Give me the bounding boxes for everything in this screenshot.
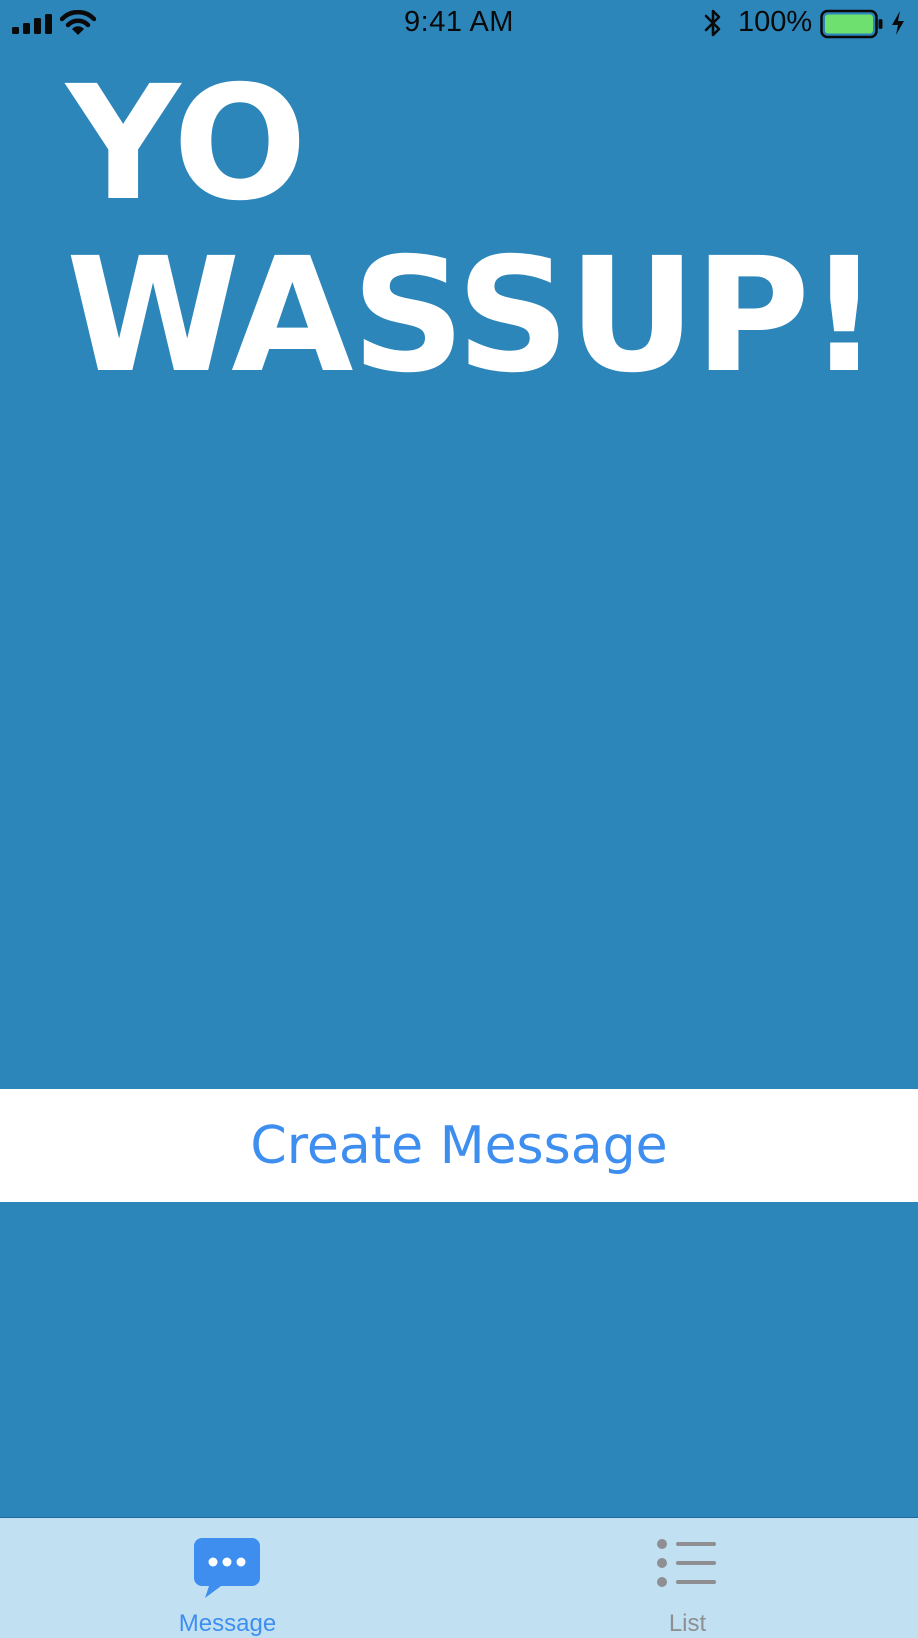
status-bar: 9:41 AM 100%: [0, 0, 918, 46]
bluetooth-icon: [704, 9, 721, 37]
list-icon: [657, 1539, 716, 1587]
headline: YO WASSUP!: [66, 52, 880, 408]
charging-icon: [892, 11, 904, 35]
create-message-button[interactable]: Create Message: [230, 1116, 687, 1176]
tab-message-label: Message: [178, 1610, 277, 1637]
message-bubble-icon: [194, 1538, 260, 1598]
battery-percent: 100%: [738, 6, 813, 38]
tab-list-label: List: [668, 1610, 707, 1637]
battery-icon: [820, 9, 883, 39]
create-message-strip: Create Message: [0, 1089, 918, 1202]
tab-message[interactable]: Message: [0, 1518, 459, 1638]
tab-bar: Message List: [0, 1517, 918, 1638]
tab-list[interactable]: List: [459, 1518, 918, 1638]
